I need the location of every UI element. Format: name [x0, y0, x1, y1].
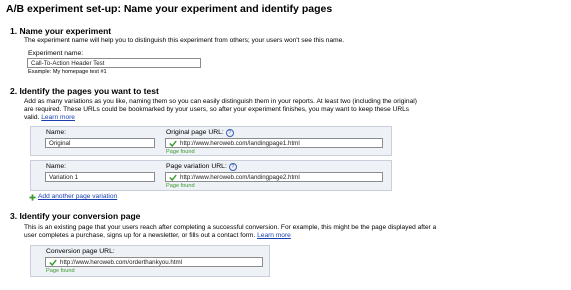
variation-url-label: Page variation URL:	[166, 163, 227, 170]
step3-description-line2: user completes a purchase, signs up for …	[24, 232, 256, 239]
step2-description-line3: valid.	[24, 114, 40, 121]
variation-name-label: Name:	[46, 163, 67, 170]
variation-url-value: http://www.heroweb.com/landingpage2.html	[180, 174, 300, 181]
plus-icon[interactable]	[29, 194, 36, 201]
experiment-name-example: Example: My homepage test #1	[28, 69, 107, 75]
variation-name-input[interactable]: Variation 1	[45, 172, 155, 182]
original-url-value: http://www.heroweb.com/landingpage1.html	[180, 140, 300, 147]
variation-page-found: Page found	[166, 183, 195, 189]
conversion-url-label: Conversion page URL:	[46, 248, 115, 255]
checkmark-icon	[169, 140, 177, 147]
add-variation-link[interactable]: Add another page variation	[38, 193, 117, 201]
conversion-page-found: Page found	[46, 268, 75, 274]
experiment-name-input[interactable]: Call-To-Action Header Test	[27, 58, 201, 68]
help-icon[interactable]: ?	[225, 129, 234, 137]
step2-heading: 2. Identify the pages you want to test	[10, 86, 159, 96]
step1-description: The experiment name will help you to dis…	[24, 37, 345, 44]
step3-description-line1: This is an existing page that your users…	[24, 224, 437, 231]
step2-learn-more-link[interactable]: Learn more	[41, 114, 75, 121]
original-name-label: Name:	[46, 129, 67, 136]
original-page-found: Page found	[166, 149, 195, 155]
step3-heading: 3. Identify your conversion page	[10, 211, 141, 221]
page-title: A/B experiment set-up: Name your experim…	[6, 3, 333, 15]
step3-learn-more-link[interactable]: Learn more	[257, 232, 291, 239]
variation-url-input[interactable]: http://www.heroweb.com/landingpage2.html	[165, 172, 383, 182]
checkmark-icon	[49, 259, 57, 266]
help-icon[interactable]: ?	[228, 163, 237, 171]
original-name-input[interactable]: Original	[45, 138, 155, 148]
conversion-url-input[interactable]: http://www.heroweb.com/orderthankyou.htm…	[45, 257, 263, 267]
step1-heading: 1. Name your experiment	[10, 26, 112, 36]
original-url-label: Original page URL:	[166, 129, 224, 136]
conversion-url-value: http://www.heroweb.com/orderthankyou.htm…	[60, 259, 183, 266]
original-url-input[interactable]: http://www.heroweb.com/landingpage1.html	[165, 138, 383, 148]
experiment-name-label: Experiment name:	[28, 50, 84, 57]
checkmark-icon	[169, 174, 177, 181]
step2-description-line2: are required. These URLs could be bookma…	[24, 106, 410, 113]
step2-description-line1: Add as many variations as you like, nami…	[24, 98, 417, 105]
